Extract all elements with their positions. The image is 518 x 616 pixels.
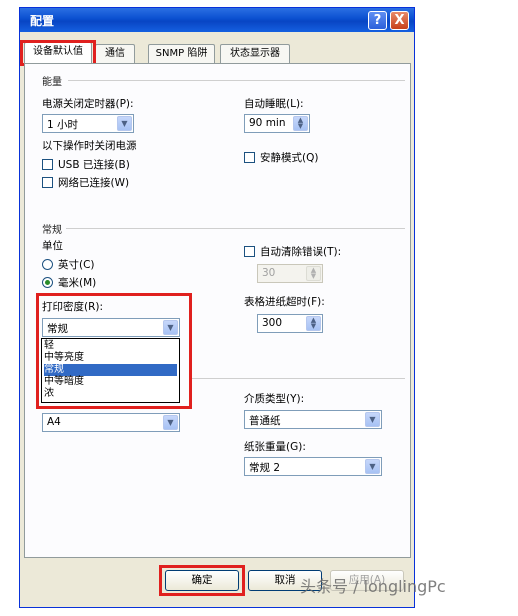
window-title: 配置 [30, 14, 55, 28]
auto-clear-errors-label: 自动清除错误(T): [260, 246, 342, 258]
media-type-label: 介质类型(Y): [244, 393, 305, 405]
media-type-select[interactable]: 普通纸 ▼ [244, 410, 382, 429]
general-group-label: 常规 [42, 225, 62, 236]
power-off-timer-label: 电源关闭定时器(P): [42, 98, 134, 110]
general-separator [66, 228, 405, 229]
chevron-down-icon[interactable]: ▼ [163, 415, 178, 430]
paper-separator [192, 378, 405, 379]
tab-snmp-trap[interactable]: SNMP 陷阱 [148, 44, 215, 63]
spinner-arrows-icon[interactable]: ▲ ▼ [306, 316, 321, 331]
paper-weight-select[interactable]: 常规 2 ▼ [244, 457, 382, 476]
density-highlight-box [36, 293, 192, 409]
form-feed-timeout-label: 表格进纸超时(F): [244, 296, 325, 308]
ok-highlight-box [159, 565, 245, 596]
unit-inch-radio[interactable] [42, 259, 53, 270]
title-bar[interactable] [20, 8, 414, 32]
close-button[interactable]: X [390, 11, 409, 30]
auto-sleep-label: 自动睡眠(L): [244, 98, 304, 110]
unit-mm-label: 毫米(M) [58, 277, 97, 289]
auto-sleep-spinner[interactable]: 90 min ▲ ▼ [244, 114, 310, 133]
usb-connected-checkbox[interactable] [42, 159, 53, 170]
network-connected-checkbox[interactable] [42, 177, 53, 188]
tab-status-monitor[interactable]: 状态显示器 [220, 44, 290, 63]
auto-clear-errors-value: 30 [262, 267, 276, 279]
watermark-text: 头条号 / longlingPc [300, 577, 446, 596]
chevron-down-icon[interactable]: ▼ [117, 116, 132, 131]
chevron-down-icon[interactable]: ▼ [365, 412, 380, 427]
spinner-arrows-icon: ▲ ▼ [306, 266, 321, 281]
auto-sleep-value: 90 min [249, 117, 286, 129]
energy-separator [68, 80, 405, 81]
quiet-mode-label: 安静模式(Q) [260, 152, 319, 164]
paper-size-select[interactable]: A4 ▼ [42, 413, 180, 432]
power-off-conditions-label: 以下操作时关闭电源 [42, 140, 137, 152]
chevron-down-icon[interactable]: ▼ [365, 459, 380, 474]
spinner-arrows-icon[interactable]: ▲ ▼ [293, 116, 308, 131]
tab-communication[interactable]: 通信 [95, 44, 135, 63]
unit-mm-radio[interactable] [42, 277, 53, 288]
power-off-timer-select[interactable]: 1 小时 ▼ [42, 114, 134, 133]
paper-weight-label: 纸张重量(G): [244, 441, 306, 453]
unit-label: 单位 [42, 240, 63, 252]
form-feed-timeout-value: 300 [262, 317, 283, 329]
quiet-mode-checkbox[interactable] [244, 152, 255, 163]
help-button[interactable]: ? [368, 11, 387, 30]
form-feed-timeout-spinner[interactable]: 300 ▲ ▼ [257, 314, 323, 333]
media-type-value: 普通纸 [249, 415, 281, 427]
power-off-timer-value: 1 小时 [47, 119, 79, 131]
auto-clear-errors-checkbox[interactable] [244, 246, 255, 257]
auto-clear-errors-spinner: 30 ▲ ▼ [257, 264, 323, 283]
paper-size-value: A4 [47, 416, 61, 428]
network-connected-label: 网络已连接(W) [58, 177, 130, 189]
unit-inch-label: 英寸(C) [58, 259, 95, 271]
paper-weight-value: 常规 2 [249, 462, 281, 474]
energy-group-label: 能量 [42, 77, 62, 88]
usb-connected-label: USB 已连接(B) [58, 159, 130, 171]
